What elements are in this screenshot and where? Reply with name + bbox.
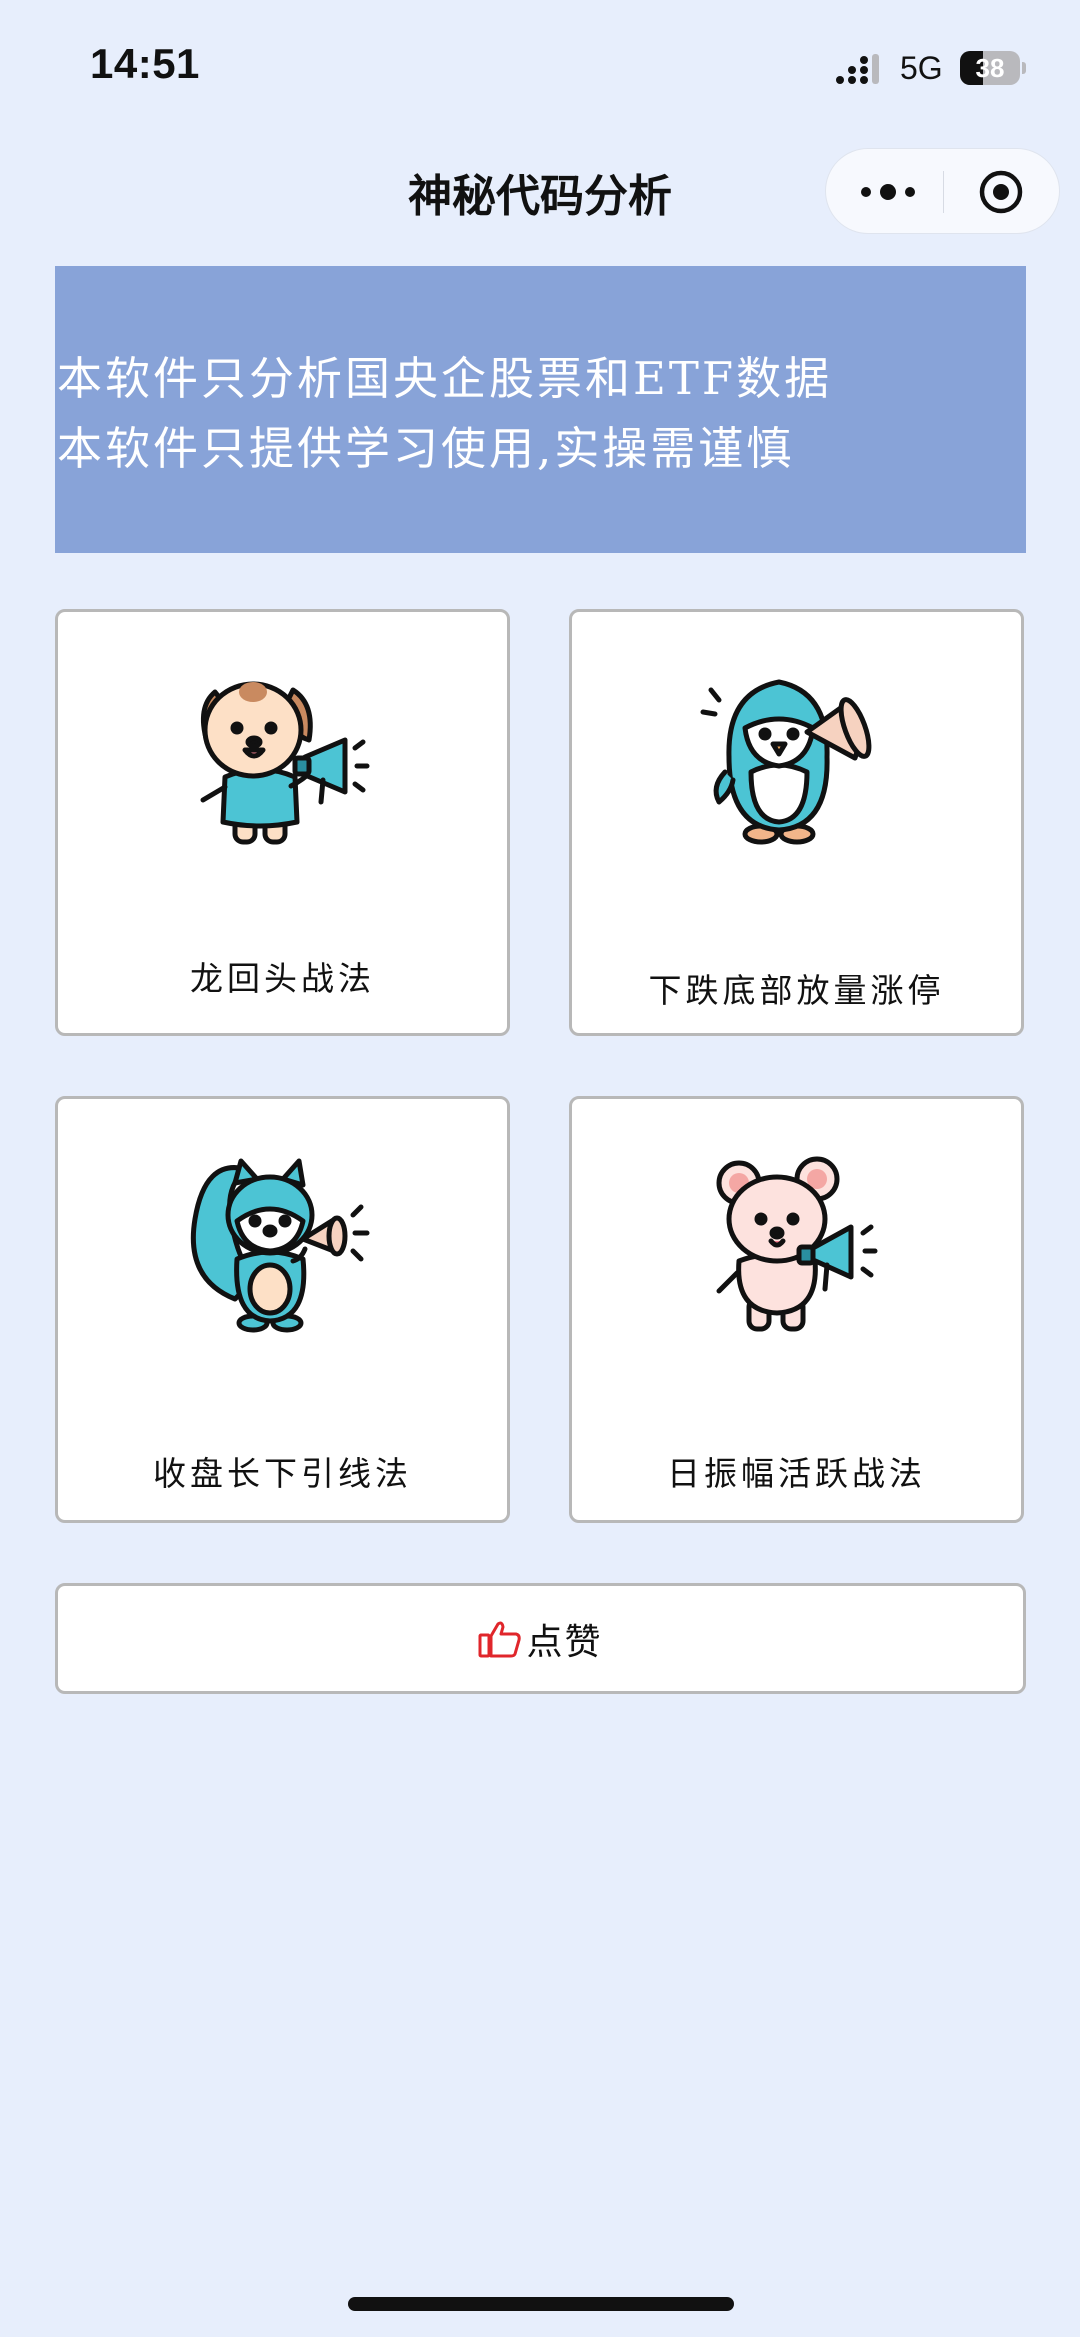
battery-icon: 38 xyxy=(960,51,1026,85)
signal-icon xyxy=(836,54,879,84)
capsule-divider xyxy=(943,171,944,213)
card-label: 龙回头战法 xyxy=(190,959,375,998)
like-label: 点赞 xyxy=(526,1621,603,1663)
strategy-card-long-lower-shadow[interactable]: 收盘长下引线法 xyxy=(55,1096,510,1523)
close-target-icon[interactable] xyxy=(961,167,1041,217)
penguin-megaphone-icon xyxy=(700,679,872,845)
squirrel-megaphone-icon xyxy=(190,1158,370,1333)
card-label: 日振幅活跃战法 xyxy=(667,1454,926,1493)
thumbs-up-icon xyxy=(478,1621,522,1657)
strategy-card-bottom-volume-limit-up[interactable]: 下跌底部放量涨停 xyxy=(569,609,1024,1036)
notice-line-1: 本软件只分析国央企股票和ETF数据 xyxy=(57,352,833,405)
status-bar: 14:51 5G 38 xyxy=(0,0,1080,130)
menu-capsule xyxy=(825,148,1060,234)
like-button[interactable]: 点赞 xyxy=(55,1583,1026,1694)
status-time: 14:51 xyxy=(90,40,200,87)
home-indicator[interactable] xyxy=(348,2297,734,2311)
more-icon[interactable] xyxy=(848,167,928,217)
battery-level: 38 xyxy=(975,53,1005,83)
strategy-card-daily-amplitude[interactable]: 日振幅活跃战法 xyxy=(569,1096,1024,1523)
notice-banner: 本软件只分析国央企股票和ETF数据 本软件只提供学习使用,实操需谨慎 xyxy=(55,266,1026,553)
dog-megaphone-icon xyxy=(200,681,370,845)
network-label: 5G xyxy=(900,50,943,86)
strategy-card-dragon-return[interactable]: 龙回头战法 xyxy=(55,609,510,1036)
card-label: 下跌底部放量涨停 xyxy=(648,971,945,1010)
notice-line-2: 本软件只提供学习使用,实操需谨慎 xyxy=(57,422,795,475)
mouse-megaphone-icon xyxy=(716,1156,878,1332)
card-label: 收盘长下引线法 xyxy=(153,1454,412,1493)
